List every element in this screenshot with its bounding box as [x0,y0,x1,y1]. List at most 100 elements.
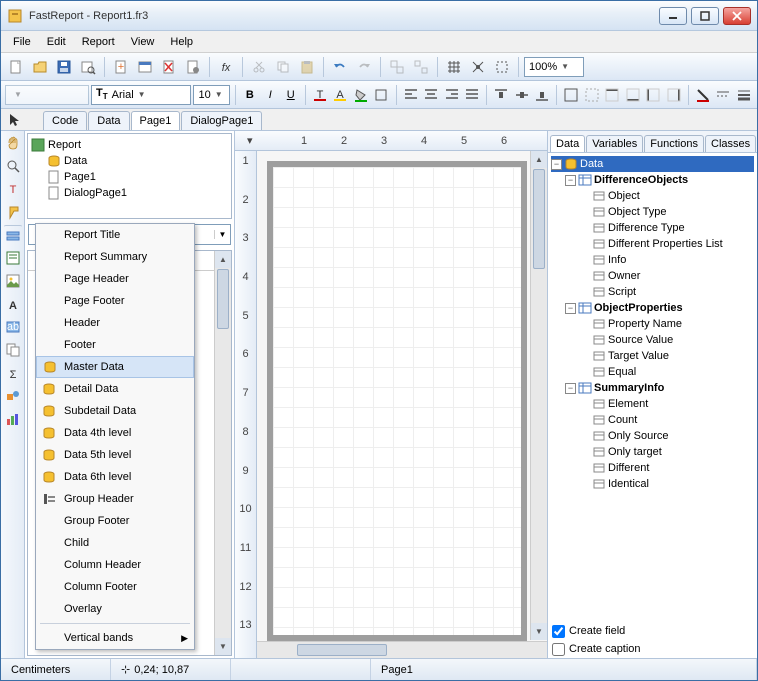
tab-dialog1[interactable]: DialogPage1 [181,111,262,130]
tree-item-dialog1[interactable]: DialogPage1 [64,187,127,199]
data-tree[interactable]: −Data−DifferenceObjectsObjectObject Type… [548,153,757,622]
datatree-item[interactable]: Equal [551,364,754,380]
linewidth-icon[interactable] [735,84,753,106]
font-combo[interactable]: TTArial▼ [91,85,191,105]
bold-icon[interactable]: B [241,84,259,106]
fit-icon[interactable] [491,56,513,78]
newdialog-icon[interactable] [134,56,156,78]
tree-item-page1[interactable]: Page1 [64,171,96,183]
newpage-icon[interactable]: + [110,56,132,78]
new-icon[interactable] [5,56,27,78]
subreport-icon[interactable] [3,340,23,360]
tab-code[interactable]: Code [43,111,87,130]
datatree-item[interactable]: −DifferenceObjects [551,172,754,188]
minimize-button[interactable] [659,7,687,25]
ctx-item-overlay[interactable]: Overlay [36,598,194,620]
deletepage-icon[interactable] [158,56,180,78]
datatree-item[interactable]: Element [551,396,754,412]
grid-icon[interactable] [443,56,465,78]
close-button[interactable] [723,7,751,25]
shape-icon[interactable] [3,386,23,406]
ctx-item-data-6th-level[interactable]: Data 6th level [36,466,194,488]
datatree-item[interactable]: Object Type [551,204,754,220]
ctx-item-vertical-bands[interactable]: Vertical bands▶ [36,627,194,649]
border-all-icon[interactable] [562,84,580,106]
datatree-item[interactable]: Script [551,284,754,300]
open-icon[interactable] [29,56,51,78]
italic-icon[interactable]: I [261,84,279,106]
snap-icon[interactable] [467,56,489,78]
align-justify-icon[interactable] [463,84,481,106]
hscrollbar[interactable] [257,641,547,658]
pagesettings-icon[interactable] [182,56,204,78]
datatree-item[interactable]: Object [551,188,754,204]
pointer-icon[interactable] [5,109,25,130]
datatree-item[interactable]: −Data [551,156,754,172]
ctx-item-header[interactable]: Header [36,312,194,334]
border-right-icon[interactable] [665,84,683,106]
datatree-item[interactable]: Only Source [551,428,754,444]
ctx-item-detail-data[interactable]: Detail Data [36,378,194,400]
underline-icon[interactable]: U [282,84,300,106]
expander-icon[interactable]: − [551,159,562,170]
hand-icon[interactable] [3,133,23,153]
align-right-icon[interactable] [442,84,460,106]
format-icon[interactable] [3,202,23,222]
expander-icon[interactable]: − [565,383,576,394]
ctx-item-group-footer[interactable]: Group Footer [36,510,194,532]
maximize-button[interactable] [691,7,719,25]
ctx-item-column-header[interactable]: Column Header [36,554,194,576]
datatree-item[interactable]: Count [551,412,754,428]
fontsize-combo[interactable]: 10▼ [193,85,229,105]
ctx-item-page-footer[interactable]: Page Footer [36,290,194,312]
ctx-item-report-title[interactable]: Report Title [36,224,194,246]
ctx-item-data-4th-level[interactable]: Data 4th level [36,422,194,444]
memo-icon[interactable] [3,248,23,268]
datatree-item[interactable]: −ObjectProperties [551,300,754,316]
create-field-checkbox[interactable] [552,625,565,638]
page-canvas[interactable]: ▲▼ [257,151,547,658]
save-icon[interactable] [53,56,75,78]
expander-icon[interactable]: − [565,175,576,186]
fontcolor-icon[interactable]: T [311,84,329,106]
menu-view[interactable]: View [123,34,163,50]
report-page[interactable] [267,161,527,641]
textobj-icon[interactable]: A [3,294,23,314]
sysmemo-icon[interactable]: ab [3,317,23,337]
valign-bottom-icon[interactable] [533,84,551,106]
ctx-item-report-summary[interactable]: Report Summary [36,246,194,268]
valign-top-icon[interactable] [492,84,510,106]
rtab-data[interactable]: Data [550,135,585,152]
menu-file[interactable]: File [5,34,39,50]
vscrollbar[interactable]: ▲▼ [530,151,547,640]
datatree-item[interactable]: Different Properties List [551,236,754,252]
menu-report[interactable]: Report [74,34,123,50]
menu-help[interactable]: Help [162,34,201,50]
frame-icon[interactable] [372,84,390,106]
ctx-item-footer[interactable]: Footer [36,334,194,356]
datatree-item[interactable]: Identical [551,476,754,492]
report-tree[interactable]: Report Data Page1 DialogPage1 [27,133,232,219]
ctx-item-group-header[interactable]: Group Header [36,488,194,510]
linecolor-icon[interactable] [694,84,712,106]
fillcolor-icon[interactable] [352,84,370,106]
border-none-icon[interactable] [583,84,601,106]
border-top-icon[interactable] [603,84,621,106]
style-combo[interactable]: ▼ [5,85,89,105]
align-center-icon[interactable] [422,84,440,106]
ctx-item-master-data[interactable]: Master Data [36,356,194,378]
valign-middle-icon[interactable] [513,84,531,106]
undo-icon[interactable] [329,56,351,78]
ctx-item-column-footer[interactable]: Column Footer [36,576,194,598]
datatree-item[interactable]: Property Name [551,316,754,332]
zoom-icon[interactable] [3,156,23,176]
group-icon[interactable] [386,56,408,78]
align-left-icon[interactable] [401,84,419,106]
rtab-classes[interactable]: Classes [705,135,756,152]
datatree-item[interactable]: Source Value [551,332,754,348]
ctx-item-child[interactable]: Child [36,532,194,554]
copy-icon[interactable] [272,56,294,78]
datatree-item[interactable]: Info [551,252,754,268]
border-bottom-icon[interactable] [624,84,642,106]
chart-icon[interactable] [3,409,23,429]
